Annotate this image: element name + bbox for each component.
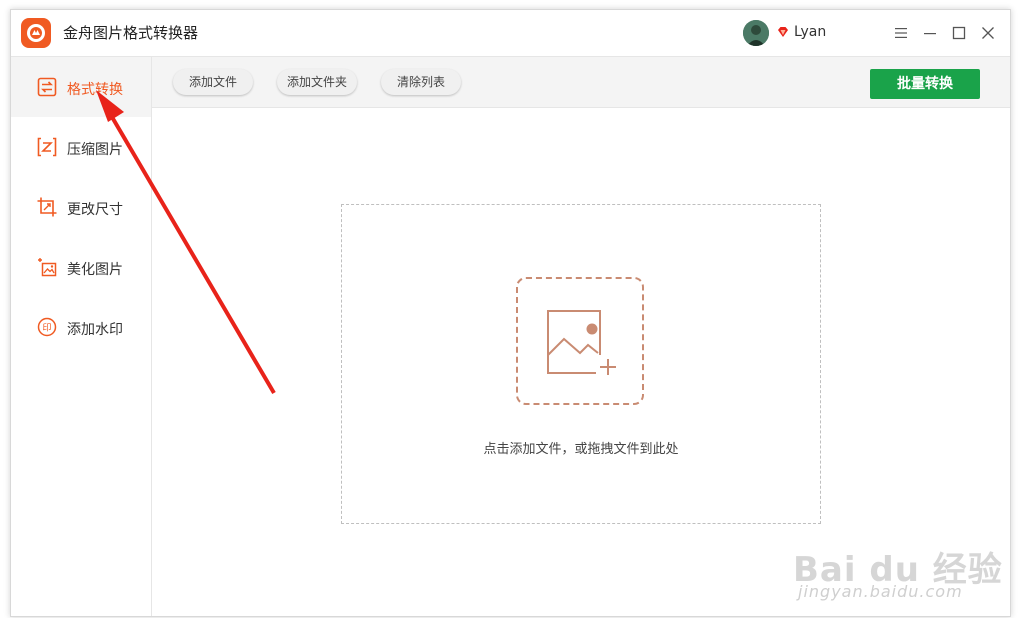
drop-hint-text: 点击添加文件，或拖拽文件到此处 — [483, 442, 679, 457]
menu-icon — [895, 28, 907, 38]
app-title: 金舟图片格式转换器 — [63, 24, 199, 42]
resize-icon — [37, 197, 57, 217]
menu-button[interactable] — [889, 21, 913, 45]
sidebar: 格式转换 压缩图片 更改尺寸 美化图片 印 添加水印 — [11, 57, 152, 616]
sidebar-item-beautify[interactable]: 美化图片 — [11, 237, 151, 297]
format-convert-icon — [37, 77, 57, 97]
watermark-icon: 印 — [37, 317, 57, 337]
add-file-button[interactable]: 添加文件 — [173, 69, 253, 95]
sidebar-item-format-convert[interactable]: 格式转换 — [11, 57, 151, 117]
close-button[interactable] — [976, 21, 1000, 45]
watermark-url: jingyan.baidu.com — [798, 582, 963, 601]
sidebar-item-label: 添加水印 — [67, 322, 123, 338]
sidebar-item-label: 压缩图片 — [67, 142, 123, 158]
toolbar: 添加文件 添加文件夹 清除列表 批量转换 — [152, 57, 1010, 108]
file-drop-zone[interactable]: 点击添加文件，或拖拽文件到此处 — [341, 204, 821, 524]
app-window: 金舟图片格式转换器 Lyan 格式转换 压缩图片 更改尺寸 美化图片 印 添加水… — [10, 9, 1011, 617]
beautify-icon — [38, 258, 57, 277]
close-icon — [982, 27, 994, 39]
add-image-placeholder[interactable] — [516, 277, 644, 405]
sidebar-item-watermark[interactable]: 印 添加水印 — [11, 297, 151, 357]
sidebar-item-label: 美化图片 — [67, 262, 123, 278]
compress-icon — [37, 137, 57, 157]
sidebar-item-label: 更改尺寸 — [67, 202, 123, 218]
maximize-button[interactable] — [947, 21, 971, 45]
maximize-icon — [952, 26, 966, 40]
clear-list-button[interactable]: 清除列表 — [381, 69, 461, 95]
title-bar: 金舟图片格式转换器 Lyan — [11, 10, 1010, 57]
add-folder-button[interactable]: 添加文件夹 — [277, 69, 357, 95]
user-name[interactable]: Lyan — [794, 24, 826, 40]
app-logo-icon — [21, 18, 51, 48]
batch-convert-button[interactable]: 批量转换 — [870, 69, 980, 99]
svg-text:印: 印 — [42, 322, 51, 334]
sidebar-item-compress[interactable]: 压缩图片 — [11, 117, 151, 177]
vip-diamond-icon — [778, 27, 788, 37]
minimize-icon — [924, 33, 936, 35]
sidebar-item-resize[interactable]: 更改尺寸 — [11, 177, 151, 237]
user-avatar[interactable] — [743, 20, 769, 46]
sidebar-item-label: 格式转换 — [67, 82, 123, 98]
minimize-button[interactable] — [918, 21, 942, 45]
add-image-icon — [547, 310, 616, 375]
